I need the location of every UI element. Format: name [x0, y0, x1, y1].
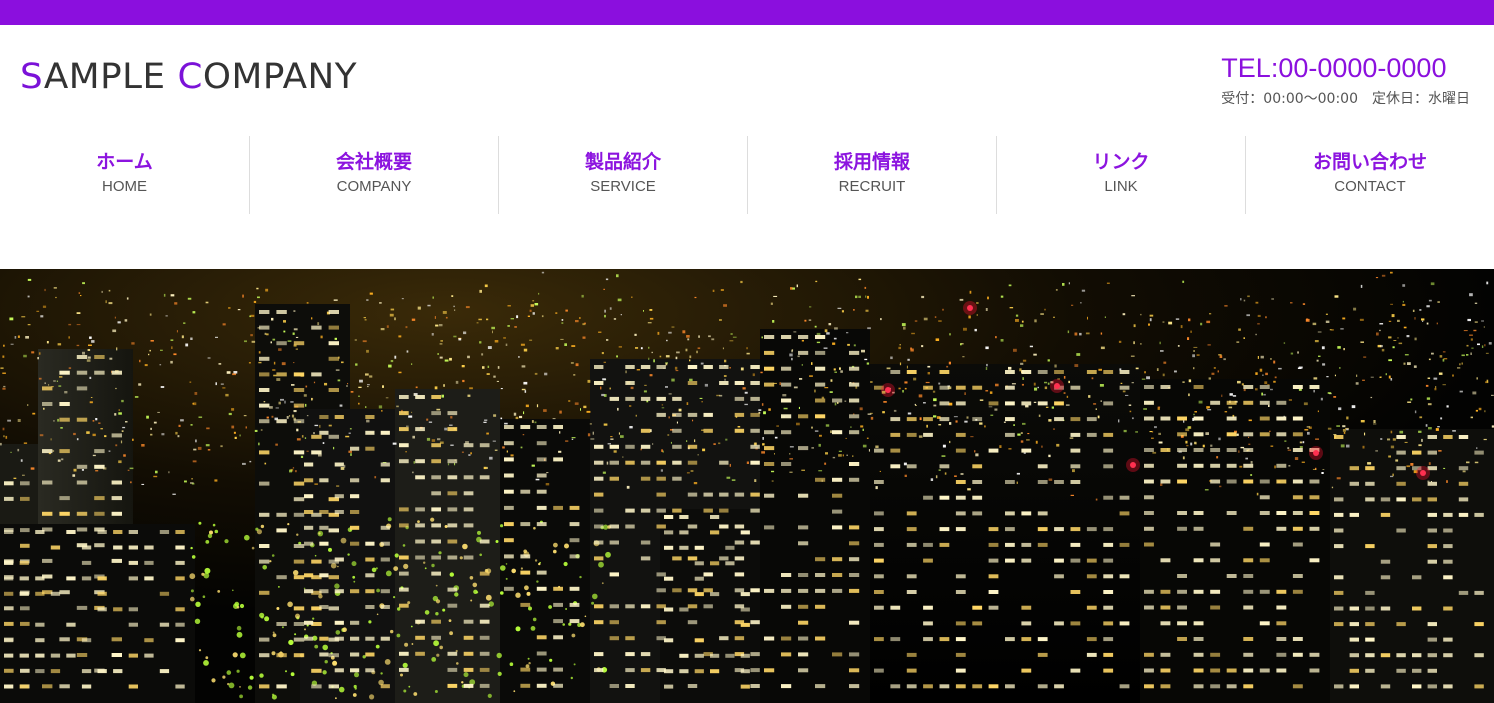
- nav-label-jp: 製品紹介: [584, 151, 661, 173]
- logo-initial-s: S: [20, 57, 44, 97]
- top-accent-bar: [0, 0, 1494, 25]
- nav-label-jp: 会社概要: [335, 151, 412, 173]
- nav-label-en: LINK: [1104, 178, 1138, 195]
- logo-initial-c: C: [177, 57, 203, 97]
- nav-item-contact[interactable]: お問い合わせ CONTACT: [1245, 136, 1494, 214]
- nav-item-recruit[interactable]: 採用情報 RECRUIT: [747, 136, 996, 214]
- nav-item-service[interactable]: 製品紹介 SERVICE: [498, 136, 747, 214]
- nav-label-en: COMPANY: [336, 178, 412, 195]
- nav-label-en: CONTACT: [1334, 178, 1406, 195]
- nav-item-link[interactable]: リンク LINK: [996, 136, 1245, 214]
- business-hours: 受付：00:00～00:00 定休日：水曜日: [1221, 91, 1470, 107]
- nav-label-jp: お問い合わせ: [1312, 151, 1427, 173]
- company-logo[interactable]: SAMPLE COMPANY: [20, 57, 357, 97]
- global-nav: ホーム HOME 会社概要 COMPANY 製品紹介 SERVICE 採用情報 …: [0, 136, 1494, 214]
- nav-label-en: HOME: [102, 178, 147, 195]
- nav-label-jp: ホーム: [96, 151, 153, 173]
- contact-info: TEL:00-0000-0000 受付：00:00～00:00 定休日：水曜日: [1221, 51, 1470, 108]
- nav-item-home[interactable]: ホーム HOME: [0, 136, 249, 214]
- phone-number[interactable]: TEL:00-0000-0000: [1221, 51, 1470, 85]
- night-city-skyline-illustration: [0, 269, 1494, 703]
- nav-label-en: RECRUIT: [838, 178, 906, 195]
- nav-item-company[interactable]: 会社概要 COMPANY: [249, 136, 498, 214]
- logo-text-sample: AMPLE: [43, 57, 178, 97]
- logo-text-company: OMPANY: [202, 57, 358, 97]
- nav-label-jp: リンク: [1092, 151, 1150, 173]
- nav-label-jp: 採用情報: [833, 151, 910, 173]
- nav-label-en: SERVICE: [590, 178, 656, 195]
- hero-night-city-image: [0, 269, 1494, 703]
